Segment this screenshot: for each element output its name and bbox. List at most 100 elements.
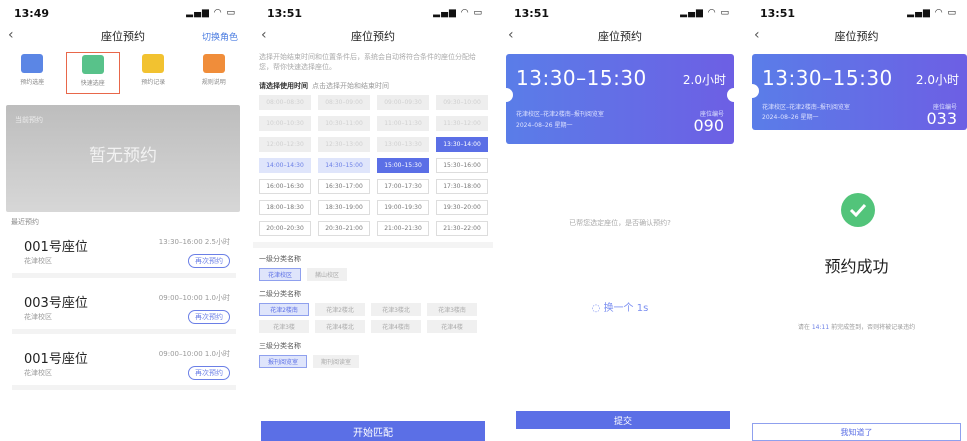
seat-location: 花津校区 bbox=[24, 369, 52, 377]
category-chip[interactable]: 报刊阅览室 bbox=[259, 355, 308, 368]
seat-number: 033 bbox=[926, 109, 957, 128]
note-deadline: 14:11 bbox=[811, 324, 830, 331]
time-slot[interactable]: 18:00–18:30 bbox=[259, 200, 311, 215]
ticket-notch bbox=[500, 88, 513, 102]
screen-success: 13:51 ▂▄▆ ◠ ▭ ‹ 座位预约 13:30–15:30 2.0小时 花… bbox=[746, 0, 967, 441]
status-icons: ▂▄▆ ◠ ▭ bbox=[680, 8, 730, 18]
page-title: 座位预约 bbox=[101, 30, 145, 43]
ticket-date: 2024–08–26 星期一 bbox=[516, 122, 573, 129]
feature-tiles: 预约选座 快速选座 预约记录 规则说明 bbox=[0, 46, 246, 94]
seat-location: 花津校区 bbox=[24, 257, 52, 265]
category-chip[interactable]: 花津2楼北 bbox=[315, 303, 365, 316]
rebook-button[interactable]: 再次预约 bbox=[188, 310, 230, 324]
category-chip[interactable]: 花津3楼 bbox=[259, 320, 309, 333]
ticket-location: 花津校区–花津2楼南–报刊阅览室 bbox=[762, 104, 850, 111]
switch-role-link[interactable]: 切换角色 bbox=[202, 30, 238, 43]
status-bar: 13:51 ▂▄▆ ◠ ▭ bbox=[253, 0, 493, 26]
tile-quick-seat[interactable]: 快速选座 bbox=[65, 52, 120, 94]
time-slot: 09:00–09:30 bbox=[377, 95, 429, 110]
time-slot[interactable]: 15:30–16:00 bbox=[436, 158, 488, 173]
page-title: 座位预约 bbox=[834, 30, 879, 43]
tile-label: 预约记录 bbox=[141, 79, 166, 86]
category1-chips: 花津校区 赭山校区 bbox=[253, 268, 493, 281]
time-slot[interactable]: 16:00–16:30 bbox=[259, 179, 311, 194]
submit-button[interactable]: 提交 bbox=[516, 411, 730, 429]
time-slot: 08:00–08:30 bbox=[259, 95, 311, 110]
time-slot: 10:30–11:00 bbox=[318, 116, 370, 131]
nav-bar: ‹ 座位预约 切换角色 bbox=[0, 26, 246, 46]
time-slot[interactable]: 14:30–15:00 bbox=[318, 158, 370, 173]
time-slot[interactable]: 21:00–21:30 bbox=[377, 221, 429, 236]
category-chip[interactable]: 花津3楼北 bbox=[371, 303, 421, 316]
change-seat-button[interactable]: ◌ 换一个 1s bbox=[500, 299, 740, 314]
confirm-text: 已帮您选定座位，是否确认预约? bbox=[569, 219, 671, 227]
hint-text: 选择开始结束时间和位置条件后，系统会自动将符合条件的座位分配给您，帮你快速选择座… bbox=[259, 53, 476, 71]
category-chip[interactable]: 花津4楼南 bbox=[371, 320, 421, 333]
seat-calendar-icon bbox=[21, 54, 44, 73]
time-slot[interactable]: 18:30–19:00 bbox=[318, 200, 370, 215]
time-slot[interactable]: 21:30–22:00 bbox=[436, 221, 488, 236]
start-match-button[interactable]: 开始匹配 bbox=[261, 421, 485, 441]
success-title: 预约成功 bbox=[824, 257, 889, 276]
rebook-button[interactable]: 再次预约 bbox=[188, 366, 230, 380]
back-icon[interactable]: ‹ bbox=[754, 27, 760, 43]
time-slot[interactable]: 20:00–20:30 bbox=[259, 221, 311, 236]
category-chip[interactable]: 花津4楼北 bbox=[315, 320, 365, 333]
note-prefix: 请在 bbox=[797, 324, 810, 331]
ticket-time: 13:30–15:30 bbox=[762, 66, 893, 90]
category-chip[interactable]: 期刊阅读室 bbox=[313, 355, 360, 368]
seat-time: 13:30–16:00 2.5小时 bbox=[158, 238, 230, 246]
screen-home: 13:49 ▂▄▆ ◠ ▭ ‹ 座位预约 切换角色 预约选座 快速选座 预约记录… bbox=[0, 0, 246, 441]
category3-chips: 报刊阅览室 期刊阅读室 bbox=[253, 355, 493, 368]
back-icon[interactable]: ‹ bbox=[508, 27, 514, 43]
page-title: 座位预约 bbox=[351, 30, 395, 43]
recent-item: 001号座位 13:30–16:00 2.5小时 花津校区 再次预约 bbox=[12, 230, 236, 278]
category3-title: 三级分类名称 bbox=[259, 342, 301, 350]
status-time: 13:49 bbox=[14, 6, 50, 20]
seat-time: 09:00–10:00 1.0小时 bbox=[158, 294, 230, 302]
status-time: 13:51 bbox=[514, 6, 550, 20]
time-slot[interactable]: 17:30–18:00 bbox=[436, 179, 488, 194]
time-slot[interactable]: 19:30–20:00 bbox=[436, 200, 488, 215]
seat-name: 001号座位 bbox=[24, 240, 88, 255]
time-slot: 10:00–10:30 bbox=[259, 116, 311, 131]
tile-rules[interactable]: 规则说明 bbox=[187, 52, 241, 94]
note-suffix: 前完成签到，否则将被记录违约 bbox=[831, 324, 916, 331]
nav-bar: ‹ 座位预约 bbox=[500, 26, 740, 46]
record-icon bbox=[142, 54, 165, 73]
rebook-button[interactable]: 再次预约 bbox=[188, 254, 230, 268]
back-icon[interactable]: ‹ bbox=[261, 27, 267, 43]
category1-title: 一级分类名称 bbox=[259, 255, 301, 263]
category-chip[interactable]: 赭山校区 bbox=[307, 268, 348, 281]
current-label: 当前预约 bbox=[15, 116, 43, 124]
tile-reserve-seat[interactable]: 预约选座 bbox=[5, 52, 59, 94]
time-slot: 12:30–13:00 bbox=[318, 137, 370, 152]
refresh-icon: ◌ bbox=[591, 303, 604, 314]
status-icons: ▂▄▆ ◠ ▭ bbox=[907, 8, 957, 18]
time-slot[interactable]: 15:00–15:30 bbox=[377, 158, 429, 173]
category-chip[interactable]: 花津校区 bbox=[259, 268, 302, 281]
section-subtitle: 点击选择开始和结束时间 bbox=[312, 82, 389, 90]
back-icon[interactable]: ‹ bbox=[8, 27, 14, 43]
category-chip[interactable]: 花津3楼南 bbox=[427, 303, 477, 316]
status-bar: 13:51 ▂▄▆ ◠ ▭ bbox=[746, 0, 967, 26]
nav-bar: ‹ 座位预约 bbox=[746, 26, 967, 46]
tile-label: 快速选座 bbox=[80, 80, 105, 87]
checkin-note: 请在 14:11 前完成签到，否则将被记录违约 bbox=[746, 322, 967, 331]
tile-records[interactable]: 预约记录 bbox=[126, 52, 180, 94]
seat-number: 090 bbox=[693, 116, 724, 135]
got-it-button[interactable]: 我知道了 bbox=[752, 423, 961, 441]
time-slot[interactable]: 13:30–14:00 bbox=[436, 137, 488, 152]
time-slot[interactable]: 17:00–17:30 bbox=[377, 179, 429, 194]
time-slot[interactable]: 14:00–14:30 bbox=[259, 158, 311, 173]
seat-location: 花津校区 bbox=[24, 313, 52, 321]
time-slot: 13:00–13:30 bbox=[377, 137, 429, 152]
time-slot[interactable]: 20:30–21:00 bbox=[318, 221, 370, 236]
category-chip[interactable]: 花津2楼南 bbox=[259, 303, 309, 316]
time-slot[interactable]: 19:00–19:30 bbox=[377, 200, 429, 215]
time-slot: 11:30–12:00 bbox=[436, 116, 488, 131]
status-bar: 13:49 ▂▄▆ ◠ ▭ bbox=[0, 0, 246, 26]
rules-icon bbox=[202, 54, 225, 73]
category-chip[interactable]: 花津4楼 bbox=[427, 320, 477, 333]
time-slot[interactable]: 16:30–17:00 bbox=[318, 179, 370, 194]
